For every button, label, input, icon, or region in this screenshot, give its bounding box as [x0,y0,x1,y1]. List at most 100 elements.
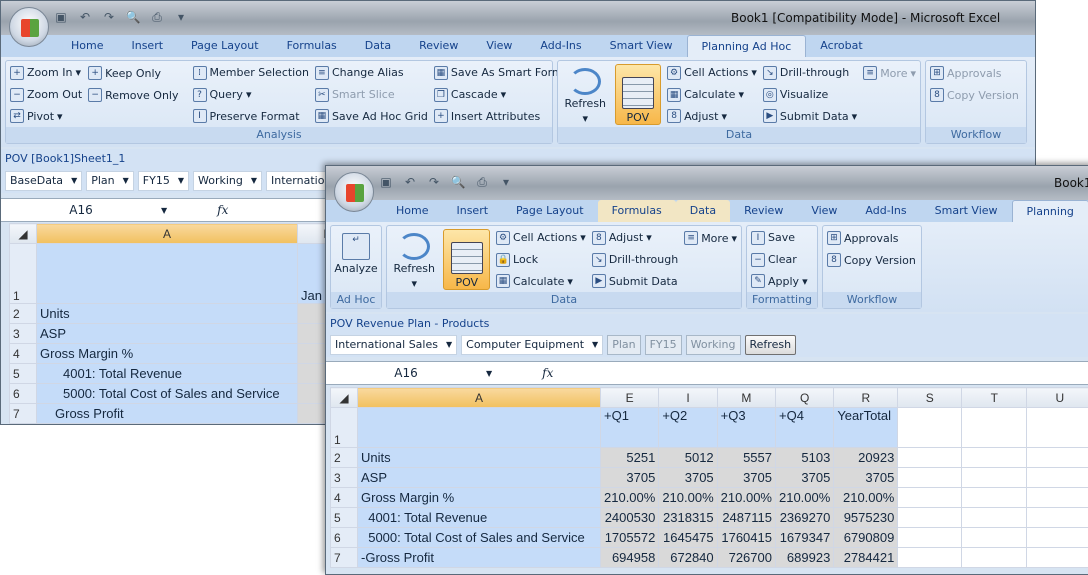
row-header[interactable]: 4 [10,344,37,364]
refresh-button[interactable]: Refresh▾ [391,229,437,290]
save-format-button[interactable]: ISave [751,229,808,247]
tab-formulas[interactable]: Formulas [273,35,351,57]
column-label-cell[interactable]: +Q3 [717,408,775,448]
adjust-button[interactable]: 8Adjust ▾ [592,229,678,247]
data-cell[interactable]: 6790809 [834,528,898,548]
row-label-cell[interactable]: 5000: Total Cost of Sales and Service [358,528,601,548]
empty-cell[interactable] [898,508,962,528]
data-cell[interactable]: 210.00% [775,488,833,508]
tab-data[interactable]: Data [351,35,405,57]
empty-cell[interactable] [962,548,1027,568]
row-header[interactable]: 3 [331,468,358,488]
row-header[interactable]: 2 [331,448,358,468]
submit-data-button[interactable]: ▶Submit Data ▾ [763,107,857,125]
refresh-button[interactable]: Refresh▾ [562,64,609,125]
data-cell[interactable]: 3705 [717,468,775,488]
column-header[interactable]: U [1027,388,1088,408]
tab-view[interactable]: View [472,35,526,57]
empty-cell[interactable] [898,408,962,448]
copy-version-button[interactable]: 8Copy Version [827,251,916,269]
row-label-cell[interactable]: Units [358,448,601,468]
tab-page-layout[interactable]: Page Layout [502,200,598,222]
pov-dropdown[interactable]: FY15▼ [138,171,189,191]
data-cell[interactable]: 3705 [659,468,717,488]
clear-format-button[interactable]: −Clear [751,251,808,269]
row-header[interactable]: 7 [10,404,37,424]
empty-cell[interactable] [1027,548,1088,568]
row-header[interactable]: 6 [331,528,358,548]
tab-insert[interactable]: Insert [442,200,502,222]
calculate-button[interactable]: ▦Calculate ▾ [496,272,586,290]
adjust-button[interactable]: 8Adjust ▾ [667,107,757,125]
empty-cell[interactable] [1027,508,1088,528]
data-cell[interactable]: 5103 [775,448,833,468]
tab-review[interactable]: Review [730,200,797,222]
empty-cell[interactable] [962,408,1027,448]
empty-cell[interactable] [898,528,962,548]
tab-add-ins[interactable]: Add-Ins [526,35,595,57]
tab-formulas[interactable]: Formulas [598,200,676,222]
column-header[interactable]: M [717,388,775,408]
cell-actions-button[interactable]: ⚙Cell Actions ▾ [667,64,757,82]
print-preview-icon[interactable]: 🔍 [450,174,466,190]
member-selection-button[interactable]: ⁞Member Selection [193,64,309,82]
row-label-cell[interactable]: 5000: Total Cost of Sales and Service [37,384,298,404]
pov-button[interactable]: POV [443,229,490,290]
data-cell[interactable]: 2400530 [601,508,659,528]
select-all-corner[interactable]: ◢ [331,388,358,408]
save-icon[interactable]: ▣ [378,174,394,190]
data-cell[interactable]: 726700 [717,548,775,568]
data-cell[interactable]: 2318315 [659,508,717,528]
column-header[interactable]: I [659,388,717,408]
empty-cell[interactable] [898,448,962,468]
empty-cell[interactable] [1027,448,1088,468]
tab-smart-view[interactable]: Smart View [921,200,1012,222]
data-cell[interactable]: 3705 [601,468,659,488]
tab-view[interactable]: View [797,200,851,222]
column-header[interactable]: S [898,388,962,408]
row-label-cell[interactable]: Gross Margin % [37,344,298,364]
empty-cell[interactable] [962,508,1027,528]
empty-cell[interactable] [1027,408,1088,448]
row-header[interactable]: 3 [10,324,37,344]
analyze-button[interactable]: ↵Analyze [335,229,377,290]
pov-refresh-button[interactable]: Refresh [745,335,797,355]
fx-icon[interactable]: fx [217,203,228,217]
data-cell[interactable]: 2369270 [775,508,833,528]
empty-cell[interactable] [1027,528,1088,548]
tab-smart-view[interactable]: Smart View [596,35,687,57]
row-label-cell[interactable]: 4001: Total Revenue [37,364,298,384]
pov-dropdown-entity[interactable]: International Sales▼ [330,335,457,355]
row-header[interactable]: 4 [331,488,358,508]
data-cell[interactable]: 5012 [659,448,717,468]
redo-icon[interactable]: ↷ [426,174,442,190]
tab-home[interactable]: Home [382,200,442,222]
row-header[interactable]: 1 [10,244,37,304]
data-cell[interactable]: 210.00% [659,488,717,508]
empty-cell[interactable] [898,488,962,508]
cell-actions-button[interactable]: ⚙Cell Actions ▾ [496,229,586,247]
column-label-cell[interactable] [358,408,601,448]
column-label-cell[interactable]: +Q4 [775,408,833,448]
data-cell[interactable]: 2487115 [717,508,775,528]
row-header[interactable]: 6 [10,384,37,404]
save-icon[interactable]: ▣ [53,9,69,25]
calculate-button[interactable]: ▦Calculate ▾ [667,86,757,104]
drill-through-button[interactable]: ↘Drill-through [592,251,678,269]
visualize-button[interactable]: ◎Visualize [763,86,857,104]
pov-dropdown[interactable]: Working▼ [193,171,262,191]
cascade-button[interactable]: ❐Cascade ▾ [434,86,563,104]
column-header[interactable]: R [834,388,898,408]
row-header[interactable]: 5 [10,364,37,384]
data-cell[interactable]: 3705 [775,468,833,488]
select-all-corner[interactable]: ◢ [10,224,37,244]
pov-dropdown-product[interactable]: Computer Equipment▼ [461,335,603,355]
row-label-cell[interactable]: Gross Profit [37,404,298,424]
empty-cell[interactable] [898,468,962,488]
pov-dropdown[interactable]: Plan▼ [86,171,134,191]
apply-format-button[interactable]: ✎Apply ▾ [751,272,808,290]
data-cell[interactable]: 689923 [775,548,833,568]
row-header[interactable]: 1 [331,408,358,448]
save-as-smart-form-button[interactable]: ▦Save As Smart Form [434,64,563,82]
save-ad-hoc-grid-button[interactable]: ▦Save Ad Hoc Grid [315,107,428,125]
